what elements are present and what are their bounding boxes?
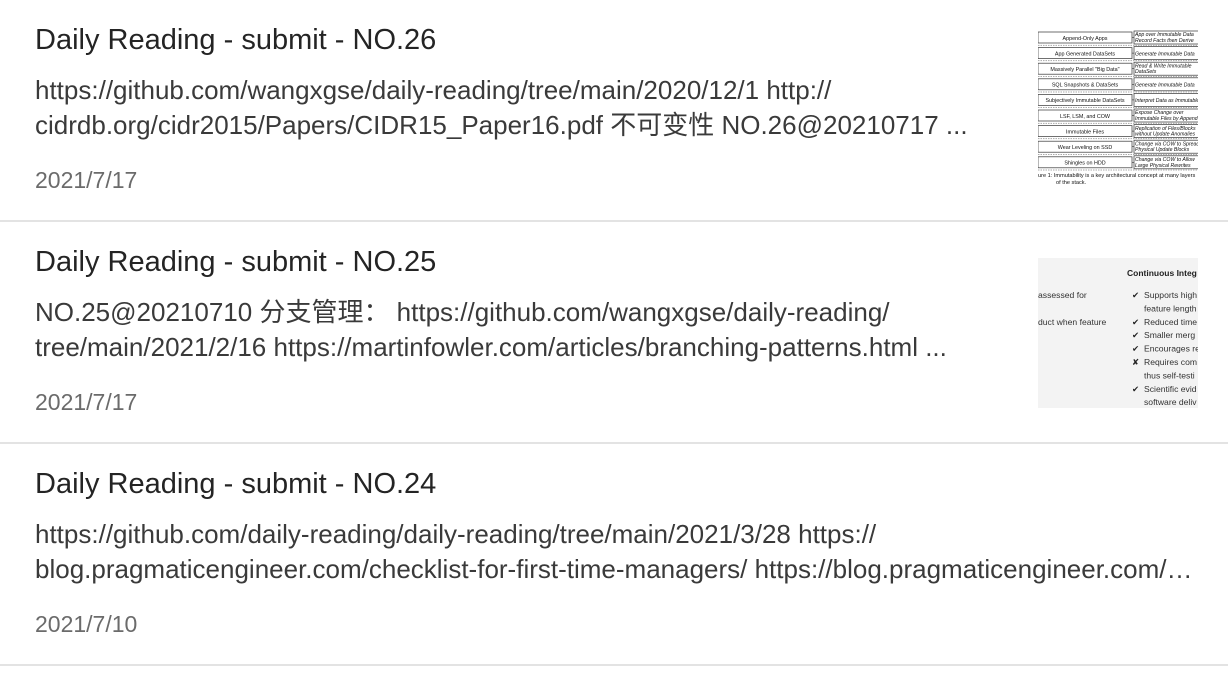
figure-row-label: Immutable Files (1066, 129, 1104, 135)
figure-row-desc: Generate Immutable Data (1135, 51, 1195, 57)
figure-row-label: SQL Snapshots & DataSets (1052, 83, 1119, 89)
thumbnail-figure: Continuous Integ assessed for duct when f… (1038, 268, 1198, 407)
check-icon: ✔ (1132, 290, 1139, 300)
figure-row: SQL Snapshots & DataSets Generate Immutab… (1038, 77, 1198, 93)
excerpt-line: NO.25@20210710 分支管理： https://github.com/… (35, 297, 890, 327)
figure-row-desc: Large Physical Rewrites (1135, 163, 1191, 169)
post-item[interactable]: Daily Reading - submit - NO.25 NO.25@202… (0, 222, 1228, 444)
excerpt-line: blog.pragmaticengineer.com/checklist-for… (35, 554, 1195, 584)
post-text: Daily Reading - submit - NO.24 https://g… (35, 464, 1195, 639)
figure-row: Immutable FilesReplication of Files/Bloc… (1038, 124, 1198, 140)
figure-list-item: thus self-testi (1144, 370, 1195, 380)
figure-list-item: Scientific evid (1144, 384, 1197, 394)
figure-row: App Generated DataSets Generate Immutable… (1038, 46, 1198, 62)
figure-list-item: Encourages re (1144, 344, 1198, 354)
figure-row-label: LSF, LSM, and COW (1060, 114, 1111, 120)
figure-row: LSF, LSM, and COWExpose Change overImmut… (1038, 108, 1198, 124)
figure-row-label: Append-Only Apps (1063, 36, 1108, 42)
check-icon: ✔ (1132, 344, 1139, 354)
figure-row: Subjectively Immutable DataSets Interpret… (1038, 93, 1198, 108)
figure-row-label: Subjectively Immutable DataSets (1045, 98, 1124, 104)
post-excerpt: https://github.com/wangxgse/daily-readin… (35, 73, 1020, 143)
excerpt-line: https://github.com/wangxgse/daily-readin… (35, 75, 832, 105)
figure-row-desc: DataSets (1135, 69, 1157, 75)
figure-list-item: Supports high (1144, 290, 1197, 300)
post-item[interactable]: Daily Reading - submit - NO.26 https://g… (0, 0, 1228, 222)
figure-row: Shingles on HDDChange via COW to AllowLa… (1038, 155, 1198, 171)
thumbnail-figure: Append-Only AppsApp over Immutable DataR… (1038, 30, 1198, 186)
figure-row: Massively Parallel "Big Data"Read & Writ… (1038, 61, 1198, 77)
post-thumbnail[interactable]: Append-Only Apps App over Immutable Data R… (1038, 30, 1198, 188)
post-date: 2021/7/10 (35, 611, 138, 637)
post-date: 2021/7/17 (35, 167, 138, 193)
post-title[interactable]: Daily Reading - submit - NO.26 (35, 20, 1020, 60)
figure-list-item: feature length (1144, 303, 1197, 313)
figure-row-label: Shingles on HDD (1064, 161, 1105, 167)
post-feed: Daily Reading - submit - NO.26 https://g… (0, 0, 1228, 666)
figure-left-text: duct when feature (1038, 317, 1107, 327)
figure-heading: Continuous Integ (1127, 268, 1197, 278)
figure-row-label: App Generated DataSets (1055, 51, 1116, 57)
figure-row-desc: Record Facts then Derive (1135, 38, 1194, 44)
check-icon: ✔ (1132, 384, 1139, 394)
excerpt-line: tree/main/2021/2/16 https://martinfowler… (35, 332, 947, 362)
check-icon: ✔ (1132, 330, 1139, 340)
figure-row-desc: without Update Anomalies (1135, 132, 1195, 138)
figure-row-label: Massively Parallel "Big Data" (1050, 67, 1119, 73)
figure-row-desc: Interpret Data as Immutable (1135, 98, 1198, 104)
figure-row: Append-Only AppsApp over Immutable DataR… (1038, 30, 1198, 46)
post-thumbnail[interactable]: Continuous Integ assessed for duct when f… (1038, 258, 1198, 408)
cross-icon: ✘ (1132, 357, 1139, 367)
figure-row-desc: Immutable Files by Append (1135, 116, 1198, 122)
post-item[interactable]: Daily Reading - submit - NO.24 https://g… (0, 444, 1228, 666)
figure-row: Wear Leveling on SSDChange via COW to Sp… (1038, 139, 1198, 155)
check-icon: ✔ (1132, 317, 1139, 327)
figure-caption: of the stack. (1056, 180, 1087, 186)
post-date: 2021/7/17 (35, 389, 138, 415)
post-title[interactable]: Daily Reading - submit - NO.25 (35, 242, 1020, 282)
figure-list-item: software deliv (1144, 397, 1197, 407)
figure-list-item: Smaller merg (1144, 330, 1195, 340)
post-title[interactable]: Daily Reading - submit - NO.24 (35, 464, 1195, 504)
figure-list-item: Requires com (1144, 357, 1197, 367)
figure-row-label: Wear Leveling on SSD (1058, 145, 1113, 151)
post-text: Daily Reading - submit - NO.26 https://g… (35, 20, 1020, 195)
excerpt-line: https://github.com/daily-reading/daily-r… (35, 519, 877, 549)
post-excerpt: NO.25@20210710 分支管理： https://github.com/… (35, 295, 1020, 365)
figure-list-item: Reduced time (1144, 317, 1197, 327)
excerpt-line: cidrdb.org/cidr2015/Papers/CIDR15_Paper1… (35, 110, 968, 140)
figure-caption: ure 1: Immutability is a key architectur… (1038, 173, 1196, 179)
figure-left-text: assessed for (1038, 290, 1087, 300)
figure-row-desc: Generate Immutable Data (1135, 83, 1195, 89)
post-excerpt: https://github.com/daily-reading/daily-r… (35, 517, 1195, 587)
figure-row-desc: Physical Update Blocks (1135, 147, 1190, 153)
post-text: Daily Reading - submit - NO.25 NO.25@202… (35, 242, 1020, 417)
